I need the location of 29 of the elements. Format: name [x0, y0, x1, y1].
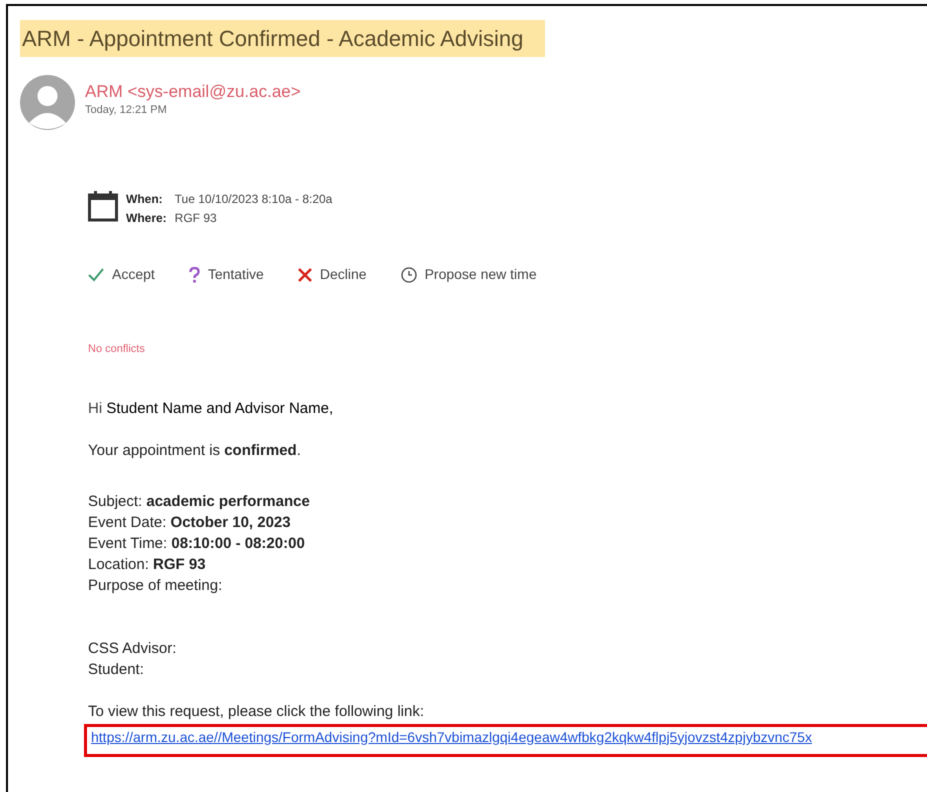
check-icon [88, 268, 104, 282]
link-prompt: To view this request, please click the following link: [88, 702, 425, 722]
participant-line: Student: [88, 660, 145, 680]
request-link[interactable]: https://arm.zu.ac.ae//Meetings/FormAdvising?mId=6vsh7vbimazlgqi4egeaw4wfbkg2kqkw4flpj5yjovzst4zpjybzvnc75x [91, 728, 812, 744]
where-value: RGF 93 [174, 210, 218, 227]
detail-line: Purpose of meeting: [88, 576, 224, 596]
close-icon [298, 268, 312, 282]
propose-button[interactable]: Propose new time [400, 264, 537, 285]
participant-line: CSS Advisor: [88, 638, 178, 658]
detail-line: Event Time: 08:10:00 - 08:20:00 [88, 534, 306, 554]
email-subject: ARM - Appointment Confirmed - Academic Advising [20, 20, 546, 57]
when-label: When: [126, 191, 164, 208]
conflicts-status: No conflicts [88, 342, 146, 357]
sender-name: ARM <sys-email@zu.ac.ae> [85, 81, 301, 103]
detail-line: Event Date: October 10, 2023 [88, 512, 292, 532]
avatar-icon [20, 75, 75, 130]
detail-line: Subject: academic performance [88, 492, 311, 512]
greeting: Hi Student Name and Advisor Name, [88, 398, 334, 418]
decline-button[interactable]: Decline [298, 264, 367, 285]
sent-time: Today, 12:21 PM [85, 103, 168, 117]
question-icon [188, 266, 200, 282]
accept-button[interactable]: Accept [88, 264, 155, 285]
clock-icon [400, 266, 417, 282]
detail-line: Location: RGF 93 [88, 554, 207, 574]
confirmation-text: Your appointment is confirmed. [88, 440, 302, 460]
when-value: Tue 10/10/2023 8:10a - 8:20a [174, 191, 332, 208]
calendar-icon [88, 190, 118, 222]
tentative-button[interactable]: Tentative [188, 264, 264, 285]
where-label: Where: [126, 210, 167, 227]
